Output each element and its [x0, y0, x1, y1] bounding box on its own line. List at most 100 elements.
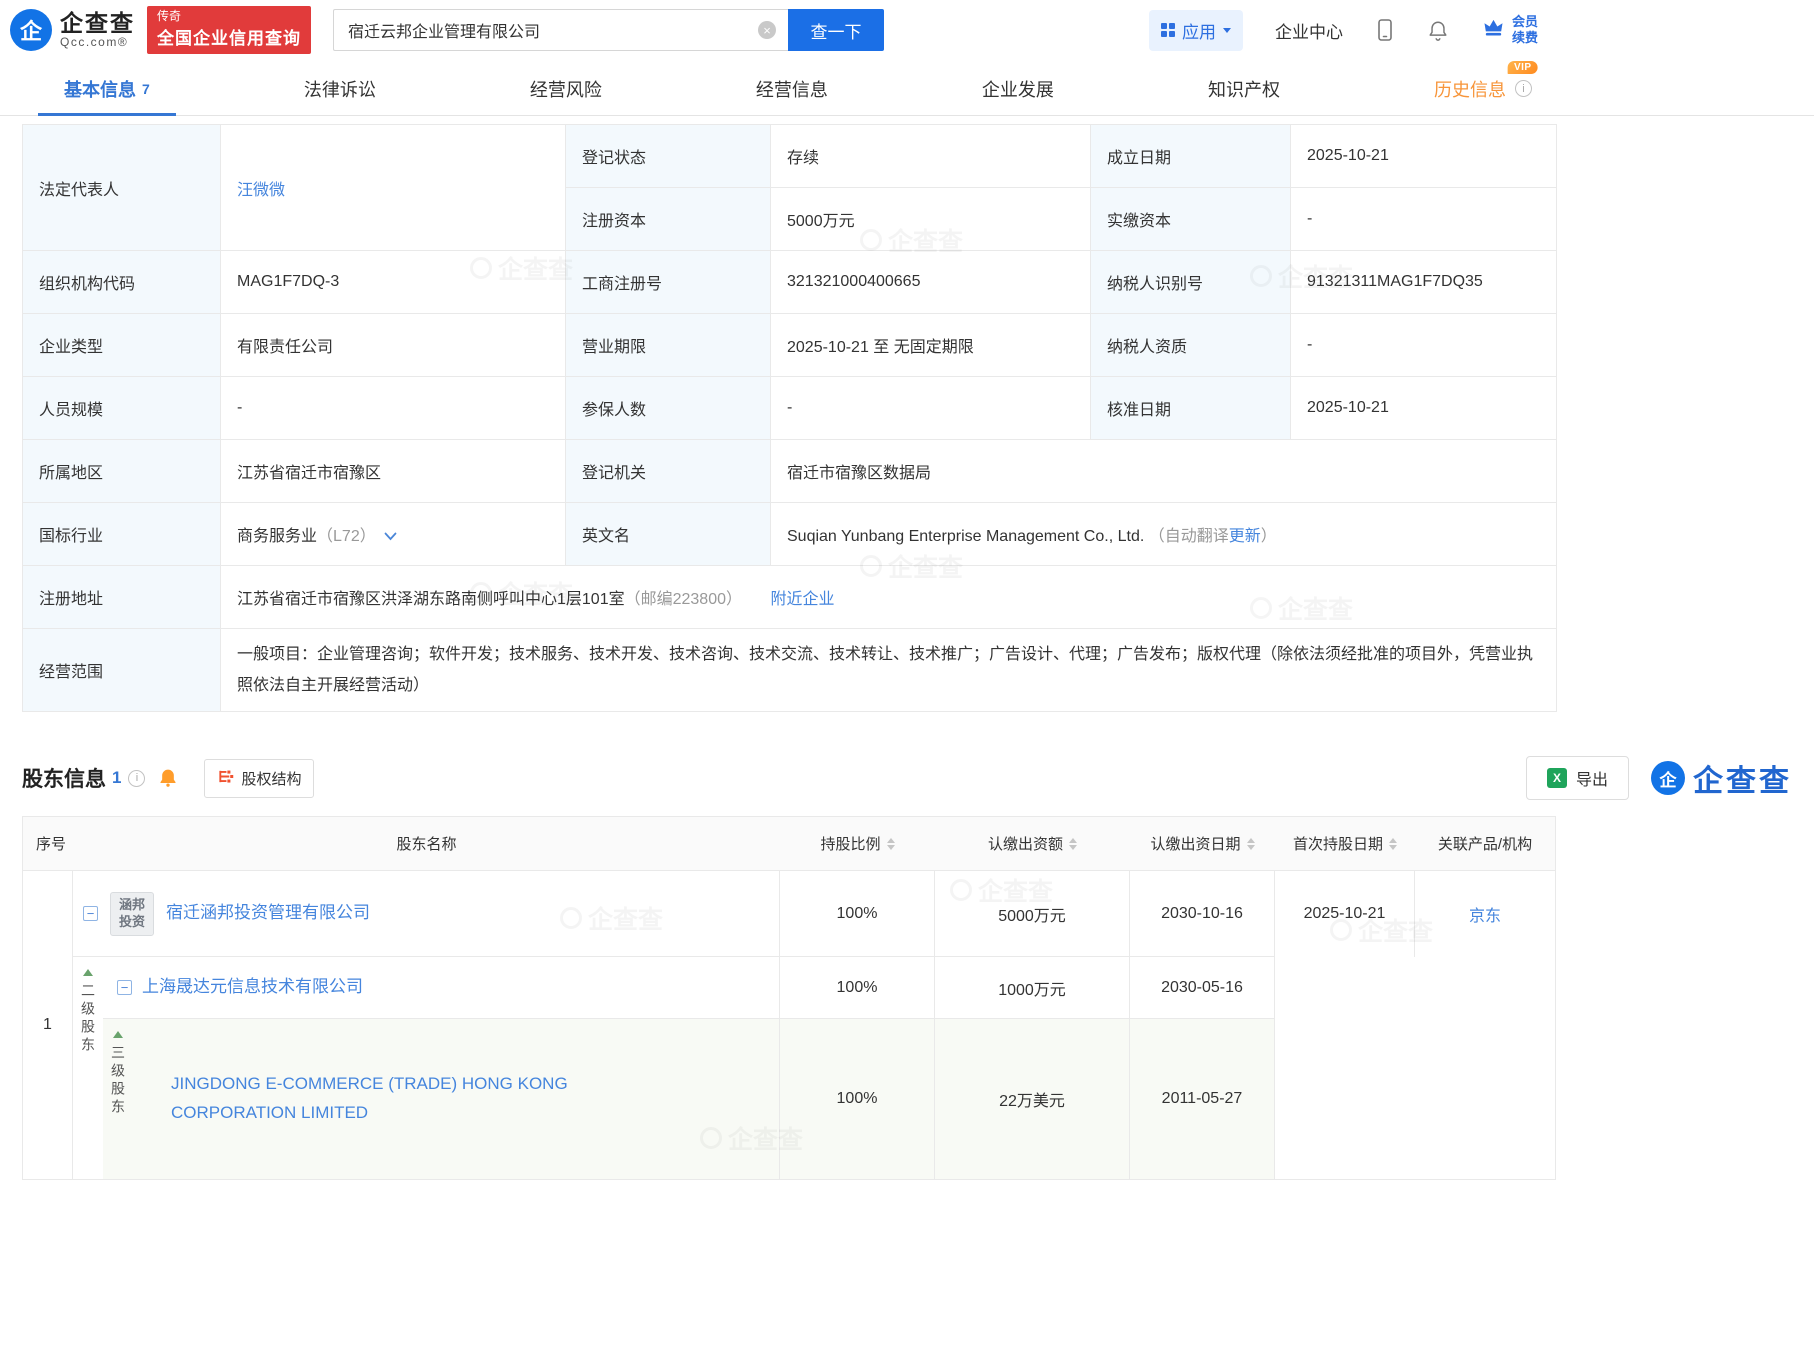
english-name-label: 英文名 [565, 502, 771, 566]
translate-update-link[interactable]: 更新 [1229, 528, 1261, 545]
ratio-cell: 100% [780, 1019, 935, 1180]
est-date-label: 成立日期 [1090, 124, 1291, 188]
tab-label: 经营风险 [529, 79, 602, 100]
chevron-down-icon [1222, 27, 1231, 33]
table-row: 所属地区 江苏省宿迁市宿豫区 登记机关 宿迁市宿豫区数据局 [22, 439, 1557, 503]
shareholder-row: 上海晟达元信息技术有限公司 [103, 957, 780, 1020]
tab-history-info[interactable]: 历史信息 VIP [1433, 61, 1538, 115]
company-type-value: 有限责任公司 [220, 313, 566, 377]
col-header-related-products: 关联产品/机构 [1415, 817, 1555, 872]
sort-icon[interactable] [886, 837, 895, 850]
table-row: 法定代表人 汪微微 登记状态 存续 成立日期 2025-10-21 [22, 124, 1557, 251]
tax-qual-value: - [1290, 313, 1557, 377]
qcc-logo-text[interactable]: 企查查 Qcc.com® [60, 10, 135, 50]
search-bar: 查一下 [333, 9, 884, 51]
sort-icon[interactable] [1069, 837, 1077, 850]
info-icon[interactable] [128, 769, 146, 787]
ratio-cell: 100% [780, 957, 935, 1020]
member-label: 会员 续费 [1511, 14, 1538, 45]
amount-cell: 5000万元 [935, 871, 1130, 958]
col-header-seq: 序号 [23, 817, 73, 872]
tax-id-label: 纳税人识别号 [1090, 250, 1291, 314]
col-header-ratio: 持股比例 [780, 817, 935, 872]
biz-no-label: 工商注册号 [565, 250, 771, 314]
amount-cell: 1000万元 [935, 957, 1130, 1020]
qcc-brand-name: 企查查 [1693, 765, 1792, 799]
amount-cell: 22万美元 [935, 1019, 1130, 1180]
reg-status-label: 登记状态 [565, 124, 771, 188]
tab-label: 知识产权 [1207, 79, 1280, 100]
shareholder-name-link[interactable]: 宿迁涵邦投资管理有限公司 [166, 899, 370, 928]
sort-icon[interactable] [1389, 837, 1397, 850]
nearby-companies-link[interactable]: 附近企业 [770, 591, 834, 608]
insured-count-label: 参保人数 [565, 376, 771, 440]
apps-menu[interactable]: 应用 [1148, 9, 1243, 51]
table-row: 组织机构代码 MAG1F7DQ-3 工商注册号 321321000400665 … [22, 250, 1557, 314]
mobile-app-icon[interactable] [1375, 18, 1395, 42]
related-product-link[interactable]: 京东 [1469, 902, 1501, 926]
subscribed-date-cell: 2011-05-27 [1130, 1019, 1275, 1180]
member-renew[interactable]: 会员 续费 [1481, 14, 1538, 45]
search-input[interactable] [333, 9, 788, 51]
equity-structure-icon [217, 768, 234, 789]
reg-capital-label: 注册资本 [565, 187, 771, 251]
reg-address-value: 江苏省宿迁市宿豫区洪泽湖东路南侧呼叫中心1层101室（邮编223800） 附近企… [220, 565, 1557, 629]
tab-legal-proceedings[interactable]: 法律诉讼 [304, 62, 376, 115]
table-row: 经营范围 一般项目：企业管理咨询；软件开发；技术服务、技术开发、技术咨询、技术交… [22, 627, 1557, 713]
level2-indicator: 二级股东 [73, 957, 103, 1179]
approval-date-value: 2025-10-21 [1290, 376, 1557, 440]
excel-icon [1546, 768, 1567, 789]
export-button[interactable]: 导出 [1525, 756, 1629, 801]
shareholder-name-link[interactable]: JINGDONG E-COMMERCE (TRADE) HONG KONG CO… [171, 1070, 671, 1128]
shareholder-name-link[interactable]: 上海晟达元信息技术有限公司 [142, 973, 363, 1002]
enterprise-center-link[interactable]: 企业中心 [1275, 18, 1343, 43]
promo-badge[interactable]: 传奇 全国企业信用查询 [147, 6, 311, 54]
shareholder-section-header: 股东信息 1 股权结构 导出 企 企查查 [22, 756, 1792, 801]
sort-icon[interactable] [1246, 837, 1255, 850]
tab-business-info[interactable]: 经营信息 [756, 62, 828, 115]
business-scope-value: 一般项目：企业管理咨询；软件开发；技术服务、技术开发、技术咨询、技术交流、技术转… [220, 627, 1557, 713]
collapse-arrow-icon[interactable] [83, 969, 93, 977]
shareholder-logo: 涵邦 投资 [110, 891, 154, 936]
legal-rep-label: 法定代表人 [22, 124, 221, 251]
collapse-toggle-icon[interactable] [117, 980, 132, 996]
industry-expand-icon[interactable] [384, 528, 397, 546]
legal-rep-link[interactable]: 汪微微 [237, 182, 285, 199]
business-scope-label: 经营范围 [22, 627, 221, 713]
table-row: 人员规模 - 参保人数 - 核准日期 2025-10-21 [22, 376, 1557, 440]
collapse-arrow-icon[interactable] [113, 1031, 123, 1039]
section-title: 股东信息 [22, 768, 106, 792]
shareholder-row: 涵邦投资 宿迁涵邦投资管理有限公司 [73, 871, 780, 958]
equity-structure-button[interactable]: 股权结构 [204, 758, 315, 798]
ratio-cell: 100% [780, 871, 935, 958]
reg-authority-label: 登记机关 [565, 439, 771, 503]
level3-indicator: 三级股东 [103, 1019, 133, 1180]
tax-id-value: 91321311MAG1F7DQ35 [1290, 250, 1557, 314]
industry-label: 国标行业 [22, 502, 221, 566]
top-nav: 应用 企业中心 会员 续费 [1148, 9, 1800, 51]
col-header-subscribed-date: 认缴出资日期 [1130, 817, 1275, 872]
col-header-subscribed-amount: 认缴出资额 [935, 817, 1130, 872]
region-value: 江苏省宿迁市宿豫区 [220, 439, 566, 503]
basic-info-table: 法定代表人 汪微微 登记状态 存续 成立日期 2025-10-21 注册资本 5… [22, 124, 1557, 713]
tab-intellectual-property[interactable]: 知识产权 [1208, 62, 1280, 115]
qcc-brand-mark: 企 企查查 [1651, 756, 1792, 800]
biz-term-label: 营业期限 [565, 313, 771, 377]
collapse-toggle-icon[interactable] [83, 906, 98, 922]
clear-search-icon[interactable] [758, 21, 776, 39]
monitor-bell-icon[interactable] [158, 768, 178, 788]
qcc-logo-icon[interactable]: 企 [10, 9, 52, 51]
biz-term-value: 2025-10-21 至 无固定期限 [770, 313, 1091, 377]
tab-operational-risk[interactable]: 经营风险 [530, 62, 602, 115]
subscribed-date-cell: 2030-05-16 [1130, 957, 1275, 1020]
paid-capital-value: - [1290, 187, 1557, 251]
promo-text: 全国企业信用查询 [157, 29, 301, 48]
search-button[interactable]: 查一下 [788, 9, 884, 51]
tab-company-development[interactable]: 企业发展 [982, 62, 1054, 115]
notification-bell-icon[interactable] [1427, 19, 1449, 42]
tab-basic-info[interactable]: 基本信息 7 [38, 62, 176, 116]
info-icon[interactable] [1514, 80, 1532, 97]
logo-domain: Qcc.com® [60, 35, 129, 50]
tab-label: 历史信息 [1433, 79, 1506, 100]
org-code-label: 组织机构代码 [22, 250, 221, 314]
